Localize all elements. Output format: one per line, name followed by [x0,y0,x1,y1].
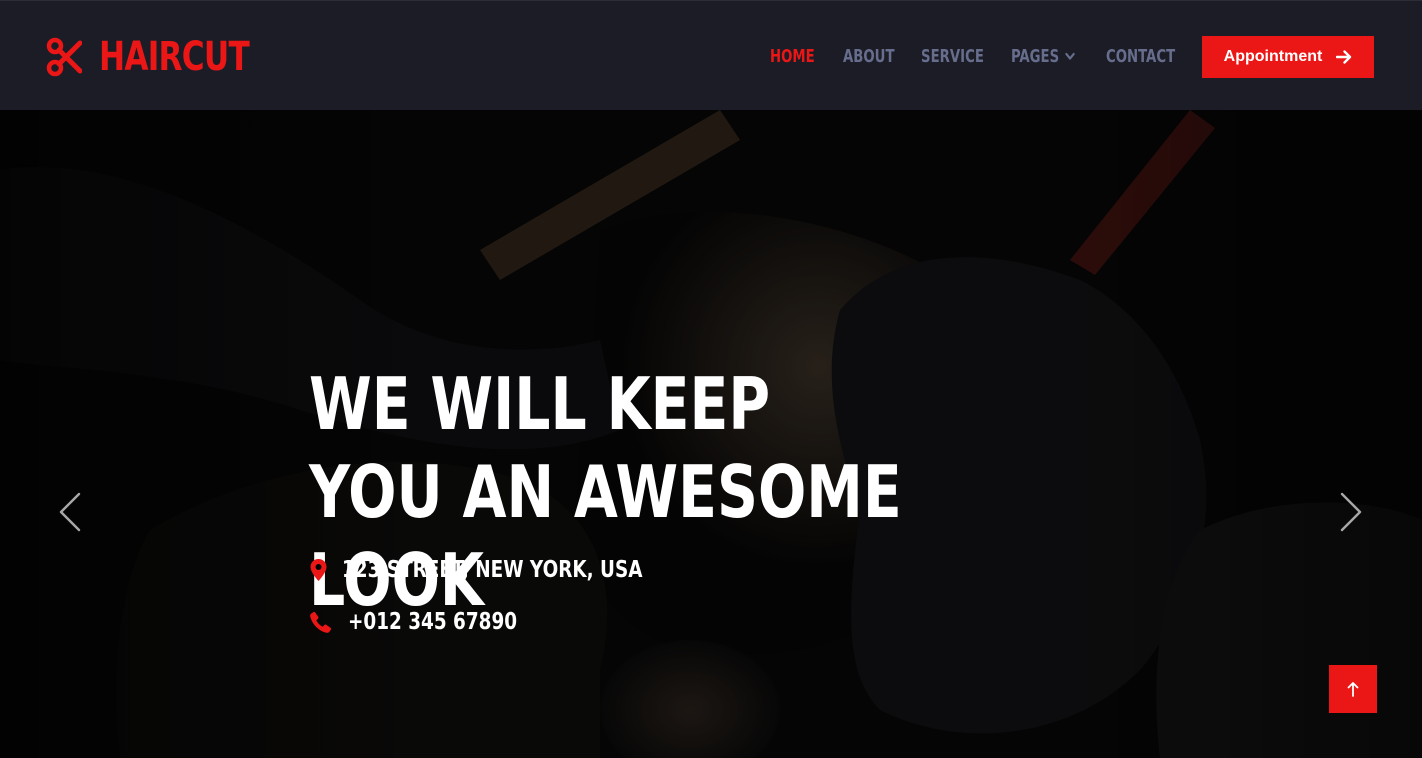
appointment-button-label: Appointment [1223,48,1323,65]
nav-item-label: PAGES [1011,45,1060,67]
chevron-right-icon[interactable] [1339,492,1363,532]
hero-address: 123 STREET, NEW YORK, USA [309,557,718,583]
appointment-button[interactable]: Appointment [1202,36,1374,78]
nav-item-label: ABOUT [843,45,895,67]
arrow-right-icon [1336,50,1352,64]
hero-title: WE WILL KEEP YOU AN AWESOME LOOK [309,362,902,622]
chevron-left-icon[interactable] [58,492,82,532]
brand-name: HAIRCUT [99,34,250,80]
nav-item-label: CONTACT [1106,45,1176,67]
chevron-down-icon [1065,52,1075,60]
nav-item-contact[interactable]: CONTACT [1106,46,1175,67]
hero-carousel: WE WILL KEEP YOU AN AWESOME LOOK 123 STR… [0,110,1422,758]
brand-logo[interactable]: HAIRCUT [46,37,291,77]
nav-item-pages-dropdown[interactable]: PAGES [1011,46,1075,67]
map-marker-icon [310,559,327,581]
navbar: HAIRCUT HOME ABOUT SERVICE PAGES CONTACT… [0,0,1422,110]
arrow-up-icon [1347,682,1359,697]
hero-address-text: 123 STREET, NEW YORK, USA [342,557,643,583]
nav-item-about[interactable]: ABOUT [843,46,895,67]
nav-item-home[interactable]: HOME [770,46,815,67]
nav-item-service[interactable]: SERVICE [921,46,984,67]
back-to-top-button[interactable] [1329,665,1377,713]
nav-item-label: SERVICE [921,45,984,67]
hero-phone-text: +012 345 67890 [348,609,518,635]
nav-item-label: HOME [770,45,815,67]
scissors-icon [46,37,82,77]
phone-icon [310,611,332,633]
hero-phone: +012 345 67890 [309,609,559,635]
